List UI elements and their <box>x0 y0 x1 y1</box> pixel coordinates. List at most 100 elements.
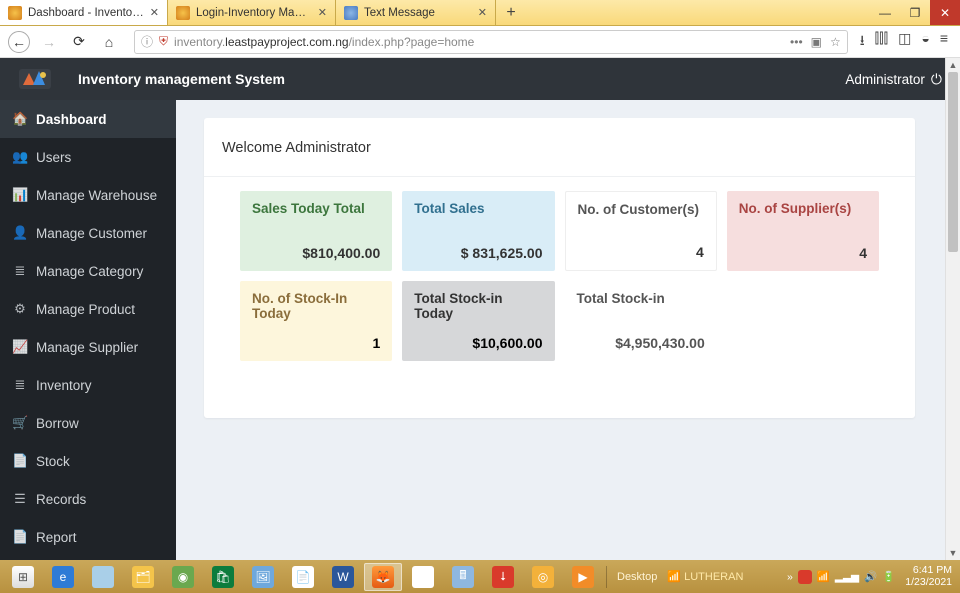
nav-forward-button[interactable]: → <box>38 31 60 53</box>
page-viewport: Inventory management System Administrato… <box>0 58 960 560</box>
tile-value: 1 <box>252 335 380 351</box>
tile-title: Total Stock-in Today <box>414 291 542 321</box>
page-actions-icon[interactable]: ••• <box>790 35 803 49</box>
sidebar-item-customer[interactable]: 👤 Manage Customer <box>0 214 176 252</box>
sidebar-item-label: Manage Product <box>36 302 135 317</box>
sidebar-item-warehouse[interactable]: 📊 Manage Warehouse <box>0 176 176 214</box>
desktop-label: Desktop <box>617 571 657 583</box>
taskbar-calc-icon[interactable]: 🖩 <box>444 563 482 591</box>
downloads-icon[interactable]: ⭳ <box>860 30 865 54</box>
taskbar-media-icon[interactable]: ▶ <box>564 563 602 591</box>
users-icon: 👥 <box>12 149 28 165</box>
user-menu[interactable]: Administrator ⏻ <box>845 71 942 88</box>
sidebar-item-supplier[interactable]: 📈 Manage Supplier <box>0 328 176 366</box>
tile-title: Total Stock-in <box>577 291 705 306</box>
library-icon[interactable]: ⫿⫿⫿ <box>875 30 888 54</box>
sidebar-item-product[interactable]: ⚙ Manage Product <box>0 290 176 328</box>
tile-sales-today: Sales Today Total $810,400.00 <box>240 191 392 271</box>
nav-home-button[interactable]: ⌂ <box>98 31 120 53</box>
window-close-button[interactable]: ✕ <box>930 0 960 25</box>
tile-value: $810,400.00 <box>252 245 380 261</box>
system-tray[interactable]: » 📶 ▂▃▅ 🔊 🔋 <box>787 570 899 584</box>
sidebar-item-inventory[interactable]: ≣ Inventory <box>0 366 176 404</box>
sidebar-item-category[interactable]: ≣ Manage Category <box>0 252 176 290</box>
welcome-text: Welcome Administrator <box>204 118 915 176</box>
sidebar-item-report[interactable]: 📄 Report <box>0 518 176 556</box>
tile-title: Total Sales <box>414 201 542 216</box>
scroll-down-arrow-icon[interactable]: ▼ <box>946 546 960 560</box>
sidebar-item-label: Borrow <box>36 416 79 431</box>
windows-taskbar: ⊞ e 🗂 ◉ 🛍 🖼 📄 W 🦊 ◉ 🖩 ⭣ ◎ ▶ Desktop 📶 LU… <box>0 560 960 593</box>
browser-tab-1[interactable]: Dashboard - Inventory Manage ✕ <box>0 0 168 25</box>
tray-battery-icon[interactable]: 🔋 <box>882 570 895 583</box>
taskbar-explorer-icon[interactable]: 🗂 <box>124 563 162 591</box>
tracking-shield-icon[interactable]: ⛨ <box>159 34 168 49</box>
report-icon: 📄 <box>12 529 28 545</box>
browser-tab-3[interactable]: Text Message ✕ <box>336 0 496 25</box>
sidebar: 🏠 Dashboard 👥 Users 📊 Manage Warehouse 👤… <box>0 100 176 560</box>
tray-volume-icon[interactable]: 🔊 <box>864 570 877 583</box>
taskbar-app-icon[interactable]: ◉ <box>164 563 202 591</box>
taskbar-ie-icon[interactable]: e <box>44 563 82 591</box>
window-controls: — ❐ ✕ <box>870 0 960 25</box>
tray-chevron-icon[interactable]: » <box>787 571 793 583</box>
tile-total-sales: Total Sales $ 831,625.00 <box>402 191 554 271</box>
tile-value: $4,950,430.00 <box>577 335 705 351</box>
browser-tabstrip: Dashboard - Inventory Manage ✕ Login-Inv… <box>0 0 960 26</box>
scrollbar-thumb[interactable] <box>948 72 958 252</box>
taskbar-photos-icon[interactable]: 🖼 <box>244 563 282 591</box>
browser-tab-2[interactable]: Login-Inventory Management ✕ <box>168 0 336 25</box>
sidebar-toggle-icon[interactable]: ◫ <box>898 30 911 54</box>
sidebar-item-label: Manage Supplier <box>36 340 138 355</box>
taskbar-doc-icon[interactable]: 📄 <box>284 563 322 591</box>
stats-grid: Sales Today Total $810,400.00 Total Sale… <box>204 177 915 391</box>
sidebar-item-dashboard[interactable]: 🏠 Dashboard <box>0 100 176 138</box>
vertical-scrollbar[interactable]: ▲ ▼ <box>945 58 960 560</box>
power-icon: ⏻ <box>931 71 942 88</box>
nav-reload-button[interactable]: ⟳ <box>68 31 90 53</box>
bookmark-star-icon[interactable]: ☆ <box>830 35 841 49</box>
tray-security-icon[interactable] <box>798 570 812 584</box>
sidebar-item-label: Stock <box>36 454 70 469</box>
window-restore-button[interactable]: ❐ <box>900 0 930 25</box>
browser-toolbar: ← → ⟳ ⌂ ⓘ ⛨ inventory.leastpayproject.co… <box>0 26 960 58</box>
close-tab-icon[interactable]: ✕ <box>150 6 159 19</box>
warehouse-icon: 📊 <box>12 187 28 203</box>
sidebar-item-users[interactable]: 👥 Users <box>0 138 176 176</box>
account-icon[interactable]: ◒ <box>921 30 929 54</box>
window-minimize-button[interactable]: — <box>870 0 900 25</box>
site-info-icon[interactable]: ⓘ <box>141 33 153 50</box>
customer-icon: 👤 <box>12 225 28 241</box>
taskbar-firefox-icon[interactable]: 🦊 <box>364 563 402 591</box>
close-tab-icon[interactable]: ✕ <box>318 6 327 19</box>
taskbar-desktop-indicator[interactable]: Desktop 📶 LUTHERAN <box>611 570 785 583</box>
inventory-icon: ≣ <box>12 377 28 393</box>
sidebar-item-borrow[interactable]: 🛒 Borrow <box>0 404 176 442</box>
tile-title: Sales Today Total <box>252 201 380 216</box>
taskbar-store-icon[interactable]: 🛍 <box>204 563 242 591</box>
product-icon: ⚙ <box>12 301 28 317</box>
reader-mode-icon[interactable]: ▣ <box>811 35 822 49</box>
scroll-up-arrow-icon[interactable]: ▲ <box>946 58 960 72</box>
taskbar-notepad-icon[interactable] <box>84 563 122 591</box>
sidebar-item-stock[interactable]: 📄 Stock <box>0 442 176 480</box>
nav-back-button[interactable]: ← <box>8 31 30 53</box>
close-tab-icon[interactable]: ✕ <box>478 6 487 19</box>
taskbar-clock[interactable]: 6:41 PM 1/23/2021 <box>901 565 956 587</box>
start-button[interactable]: ⊞ <box>4 563 42 591</box>
records-icon: ☰ <box>12 491 28 507</box>
app-menu-icon[interactable]: ≡ <box>940 30 948 54</box>
clock-date: 1/23/2021 <box>905 577 952 588</box>
taskbar-word-icon[interactable]: W <box>324 563 362 591</box>
tab-label: Text Message <box>364 7 472 19</box>
taskbar-download-icon[interactable]: ⭣ <box>484 563 522 591</box>
sidebar-item-records[interactable]: ☰ Records <box>0 480 176 518</box>
main-content: Welcome Administrator Sales Today Total … <box>176 100 945 560</box>
tray-signal-icon[interactable]: ▂▃▅ <box>835 571 859 583</box>
sidebar-item-label: Manage Warehouse <box>36 188 157 203</box>
taskbar-app2-icon[interactable]: ◎ <box>524 563 562 591</box>
tray-network-icon[interactable]: 📶 <box>817 570 830 583</box>
address-bar[interactable]: ⓘ ⛨ inventory.leastpayproject.com.ng/ind… <box>134 30 848 54</box>
new-tab-button[interactable]: + <box>496 0 526 25</box>
taskbar-chrome-icon[interactable]: ◉ <box>404 563 442 591</box>
